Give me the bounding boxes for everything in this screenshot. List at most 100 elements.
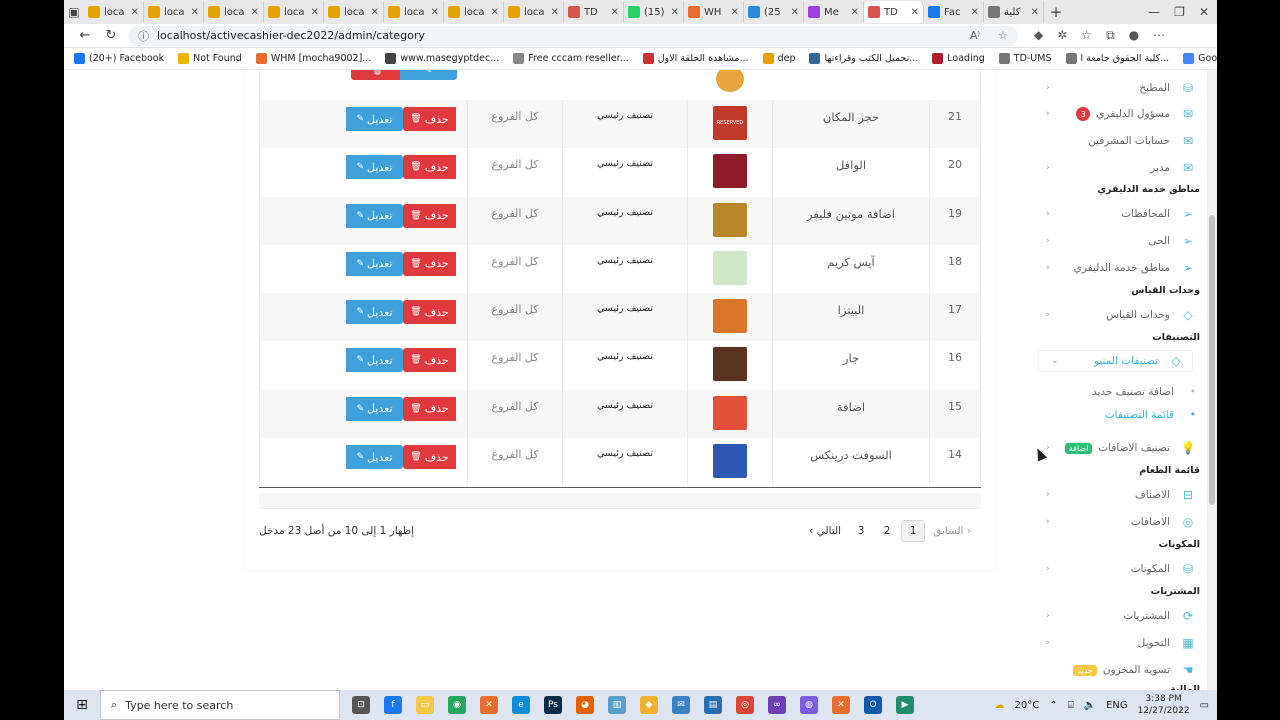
- page-scrollbar[interactable]: [1207, 70, 1217, 690]
- browser-tab[interactable]: TD ✕: [864, 1, 924, 23]
- extension-icon[interactable]: ◆: [1034, 28, 1043, 43]
- delete-button-partial[interactable]: 🗑: [351, 70, 404, 80]
- close-window-icon[interactable]: ✕: [1199, 5, 1209, 19]
- browser-tab[interactable]: TD ✕: [564, 1, 624, 23]
- app-icon-3[interactable]: ▶: [896, 696, 914, 714]
- browser-tab[interactable]: كلية ✕: [984, 1, 1044, 23]
- filezilla-icon[interactable]: ◆: [640, 696, 658, 714]
- bookmark-item[interactable]: تحميل الكتب وقراءتها...: [809, 53, 918, 64]
- url-field[interactable]: ⓘ localhost/activecashier-dec2022/admin/…: [128, 25, 1018, 46]
- bookmark-item[interactable]: مشاهدة الحلقة الاول...: [642, 53, 749, 64]
- tab-close-icon[interactable]: ✕: [911, 7, 919, 18]
- sidebar-item-addons[interactable]: ◎ الاضافات ‹: [1034, 511, 1204, 533]
- delete-button[interactable]: حذف 🗑: [403, 348, 456, 373]
- scrollbar-thumb[interactable]: [1209, 215, 1215, 505]
- browser-tab[interactable]: loca ✕: [144, 1, 204, 23]
- edit-button[interactable]: تعديل ✎: [346, 300, 403, 325]
- delete-button[interactable]: حذف 🗑: [403, 155, 456, 180]
- puzzle-icon[interactable]: ✲: [1057, 28, 1067, 43]
- read-aloud-icon[interactable]: A⁾: [970, 29, 990, 42]
- volume-icon[interactable]: 🔈: [1084, 700, 1096, 711]
- mail-app-icon[interactable]: ✉: [672, 696, 690, 714]
- sidebar-item-district[interactable]: ➢ الحى ‹: [1034, 230, 1204, 252]
- notifications-icon[interactable]: ▭: [1200, 700, 1209, 711]
- windows-start-icon[interactable]: ⊞: [64, 697, 100, 713]
- edit-button[interactable]: تعديل ✎: [346, 107, 403, 131]
- tab-close-icon[interactable]: ✕: [491, 7, 499, 18]
- taskbar-search[interactable]: ⌕ Type here to search: [100, 690, 340, 720]
- tab-close-icon[interactable]: ✕: [791, 7, 799, 18]
- delete-button[interactable]: حذف 🗑: [403, 251, 456, 276]
- maximize-icon[interactable]: ❐: [1174, 5, 1185, 19]
- edit-button[interactable]: تعديل ✎: [346, 348, 403, 373]
- browser-tab[interactable]: (25 ✕: [744, 1, 804, 23]
- whatsapp-icon[interactable]: ◉: [448, 696, 466, 714]
- tray-expand-icon[interactable]: ⌃: [1049, 700, 1057, 711]
- delete-button[interactable]: حذف 🗑: [403, 396, 456, 421]
- sidebar-item-stock-settlement[interactable]: ☚ تسوية المخزون جديد: [1034, 659, 1204, 681]
- browser-tab[interactable]: Me ✕: [804, 1, 864, 23]
- tab-close-icon[interactable]: ✕: [251, 7, 259, 18]
- facebook-app-icon[interactable]: f: [384, 696, 402, 714]
- photoshop-icon[interactable]: Ps: [544, 696, 562, 714]
- edit-button[interactable]: تعديل ✎: [346, 155, 403, 180]
- language-indicator[interactable]: ENG: [1106, 700, 1128, 711]
- sidebar-item-delivery-officer[interactable]: ✉ مسؤول الدليفري 3 ‹: [1034, 103, 1204, 125]
- back-icon[interactable]: ←: [76, 28, 94, 43]
- page-2-button[interactable]: 2: [875, 520, 899, 542]
- bookmark-item[interactable]: كلية الحقوق جامعة ا...: [1065, 53, 1169, 64]
- firefox-icon[interactable]: ◕: [576, 696, 594, 714]
- sidebar-item-manager[interactable]: ✉ مدير ‹: [1034, 157, 1204, 179]
- collections-icon[interactable]: ⧉: [1106, 28, 1115, 43]
- sidebar-item-delivery-zones[interactable]: ➢ مناطق خدمة الدليفري ‹: [1034, 257, 1204, 279]
- bookmark-item[interactable]: Not Found: [178, 53, 242, 64]
- browser-tab[interactable]: loca ✕: [264, 1, 324, 23]
- bookmark-item[interactable]: Free cccam reseller...: [513, 53, 629, 64]
- task-view-icon[interactable]: ⊡: [352, 696, 370, 714]
- delete-button[interactable]: حذف 🗑: [403, 445, 456, 470]
- new-tab-button[interactable]: +: [1044, 3, 1068, 21]
- browser-tab[interactable]: loca ✕: [504, 1, 564, 23]
- outlook-icon[interactable]: O: [864, 696, 882, 714]
- browser-tab[interactable]: Fac ✕: [924, 1, 984, 23]
- tab-close-icon[interactable]: ✕: [371, 7, 379, 18]
- store-icon[interactable]: ▤: [704, 696, 722, 714]
- browser-tab[interactable]: (15) ✕: [624, 1, 684, 23]
- tab-close-icon[interactable]: ✕: [551, 7, 559, 18]
- edit-button[interactable]: تعديل ✎: [346, 445, 403, 470]
- chrome-icon[interactable]: ◎: [736, 696, 754, 714]
- sidebar-item-units[interactable]: ◇ وحدات القياس ‹: [1034, 304, 1204, 326]
- delete-button[interactable]: حذف 🗑: [403, 107, 456, 131]
- tab-close-icon[interactable]: ✕: [971, 7, 979, 18]
- browser-tab[interactable]: loca ✕: [384, 1, 444, 23]
- bookmark-item[interactable]: WHM [mocha9002]...: [255, 53, 371, 64]
- browser-tab[interactable]: loca ✕: [324, 1, 384, 23]
- edit-button[interactable]: تعديل ✎: [346, 203, 403, 228]
- tab-close-icon[interactable]: ✕: [671, 7, 679, 18]
- bookmark-item[interactable]: TD-UMS: [998, 53, 1052, 64]
- bookmark-item[interactable]: www.masegyptdec...: [385, 53, 499, 64]
- xampp-icon-2[interactable]: ✕: [832, 696, 850, 714]
- sidebar-item-components[interactable]: ⛁ المكونات ‹: [1034, 558, 1204, 580]
- system-clock[interactable]: 3:38 PM 12/27/2022: [1138, 693, 1190, 717]
- tab-close-icon[interactable]: ✕: [731, 7, 739, 18]
- info-icon[interactable]: ⓘ: [138, 28, 149, 44]
- tab-close-icon[interactable]: ✕: [1031, 7, 1039, 18]
- page-1-button[interactable]: 1: [901, 520, 926, 542]
- sidebar-item-purchases[interactable]: ⟳ المشتريات ‹: [1034, 605, 1204, 627]
- browser-tab[interactable]: loca ✕: [204, 1, 264, 23]
- browser-tab[interactable]: WH ✕: [684, 1, 744, 23]
- tab-close-icon[interactable]: ✕: [851, 7, 859, 18]
- sidebar-item-transfer[interactable]: ▦ التحويل ‹: [1034, 632, 1204, 654]
- reload-icon[interactable]: ↻: [102, 28, 120, 43]
- window-menu-icon[interactable]: ▣: [64, 2, 84, 22]
- file-explorer-icon[interactable]: ▭: [416, 696, 434, 714]
- sidebar-item-products[interactable]: ⊟ الاصناف ‹: [1034, 484, 1204, 506]
- bookmark-item[interactable]: Loading: [932, 53, 985, 64]
- edge-icon[interactable]: e: [512, 696, 530, 714]
- browser-tab[interactable]: loca ✕: [84, 1, 144, 23]
- browser-tab[interactable]: loca ✕: [444, 1, 504, 23]
- sidebar-sub-add-category[interactable]: • اضافة تصنيف جديد: [1034, 386, 1204, 398]
- bookmark-item[interactable]: (20+) Facebook: [74, 53, 164, 64]
- page-3-button[interactable]: 3: [849, 520, 873, 542]
